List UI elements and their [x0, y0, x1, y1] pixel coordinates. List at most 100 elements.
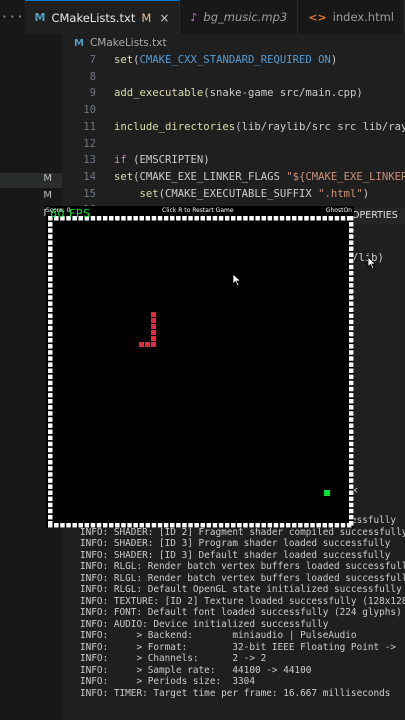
- code-line[interactable]: 12: [62, 136, 405, 153]
- code-line[interactable]: 7 set(CMAKE_CXX_STANDARD_REQUIRED ON): [62, 52, 405, 69]
- border-block: [255, 523, 260, 528]
- border-block: [349, 392, 354, 398]
- tab-bg-music[interactable]: ♪ bg_music.mp3: [180, 0, 299, 34]
- modified-badge: M: [43, 190, 52, 201]
- line-number: 9: [89, 87, 96, 100]
- code-token: "${CMAKE_EXE_LINKER_F: [286, 170, 405, 183]
- game-canvas[interactable]: [46, 206, 354, 528]
- border-block: [285, 216, 291, 221]
- border-block: [349, 405, 354, 410]
- border-block: [48, 331, 53, 337]
- border-block: [48, 399, 53, 404]
- border-block: [48, 283, 53, 288]
- border-block: [322, 523, 327, 528]
- border-block: [349, 484, 354, 489]
- cmake-file-icon: M: [74, 37, 84, 49]
- border-block: [48, 234, 53, 239]
- border-block: [243, 216, 248, 221]
- terminal-line: INFO: > Format: 32-bit IEEE Floating Poi…: [80, 641, 397, 653]
- border-block: [48, 362, 53, 367]
- html-file-icon: <>: [308, 10, 327, 24]
- border-block: [48, 325, 53, 331]
- border-block: [334, 216, 340, 221]
- properties-tab[interactable]: OPERTIES: [352, 208, 405, 224]
- border-block: [139, 216, 144, 221]
- border-block: [145, 216, 151, 221]
- food-item: [324, 490, 330, 496]
- border-block: [349, 386, 354, 392]
- snake-segment: [151, 312, 156, 317]
- code-line[interactable]: 9 add_executable(snake-game src/main.cpp): [62, 85, 405, 102]
- border-block: [200, 216, 205, 221]
- border-block: [115, 216, 120, 221]
- border-block: [349, 338, 354, 343]
- snake-segment: [151, 342, 156, 347]
- game-window[interactable]: 60 FPS Score: 0 Click R to Restart Game …: [46, 206, 354, 528]
- border-block: [349, 258, 354, 264]
- border-block: [340, 523, 346, 528]
- border-block: [48, 222, 53, 227]
- border-block: [304, 523, 309, 528]
- code-token: add_executable: [114, 87, 204, 100]
- border-block: [48, 490, 53, 495]
- border-block: [349, 252, 354, 258]
- border-block: [48, 423, 53, 428]
- code-token: if: [114, 154, 127, 167]
- border-block: [349, 514, 354, 520]
- code-line[interactable]: 10: [62, 102, 405, 119]
- code-line[interactable]: 15 set(CMAKE_EXECUTABLE_SUFFIX ".html"): [62, 186, 405, 203]
- code-token: (CMAKE_EXE_LINKER_FLAGS: [133, 170, 287, 183]
- border-block: [249, 216, 254, 221]
- border-block: [48, 258, 53, 264]
- tab-cmakelists[interactable]: M CMakeLists.txt M ×: [24, 0, 181, 34]
- border-block: [349, 289, 354, 294]
- code-editor[interactable]: 7 set(CMAKE_CXX_STANDARD_REQUIRED ON) 8 9 ad…: [62, 52, 405, 220]
- tab-bar: ··· M CMakeLists.txt M × ♪ bg_music.mp3 …: [0, 0, 405, 34]
- code-line[interactable]: 13 if (EMSCRIPTEN): [62, 152, 405, 169]
- tab-label: index.html: [332, 10, 394, 24]
- border-block: [127, 523, 132, 528]
- border-block: [243, 523, 248, 528]
- border-block: [349, 325, 354, 331]
- border-block: [48, 405, 53, 410]
- border-block: [194, 216, 199, 221]
- border-block: [157, 523, 163, 528]
- border-block: [48, 478, 53, 483]
- more-actions-icon[interactable]: ···: [0, 0, 25, 34]
- border-block: [349, 472, 354, 477]
- border-block: [48, 270, 53, 276]
- border-block: [72, 523, 77, 528]
- border-block: [237, 523, 242, 528]
- border-block: [279, 523, 285, 528]
- border-block: [48, 472, 53, 477]
- border-block: [292, 523, 297, 528]
- border-block: [349, 435, 354, 441]
- line-number: 10: [83, 104, 96, 117]
- border-block: [182, 523, 187, 528]
- border-block: [48, 466, 53, 471]
- border-block: [349, 460, 354, 465]
- border-block: [194, 523, 199, 528]
- sidebar-row[interactable]: M: [0, 190, 62, 205]
- border-block: [48, 301, 53, 306]
- code-line[interactable]: 14 set(CMAKE_EXE_LINKER_FLAGS "${CMAKE_EX…: [62, 169, 405, 186]
- sidebar-row[interactable]: M: [0, 173, 62, 188]
- code-token: ".html": [318, 187, 363, 200]
- border-block: [48, 338, 53, 343]
- breadcrumb[interactable]: M CMakeLists.txt: [62, 34, 167, 52]
- border-block: [218, 523, 224, 528]
- border-block: [48, 228, 53, 233]
- border-block: [48, 429, 53, 434]
- code-line[interactable]: 8: [62, 69, 405, 86]
- tab-index-html[interactable]: <> index.html: [298, 0, 405, 34]
- border-block: [349, 447, 354, 453]
- close-icon[interactable]: ×: [159, 11, 169, 25]
- border-block: [48, 514, 53, 520]
- terminal-line: INFO: AUDIO: Device initialized successf…: [80, 618, 329, 630]
- snake-segment: [139, 342, 144, 347]
- border-block: [349, 411, 354, 416]
- border-block: [340, 216, 346, 221]
- border-block: [139, 523, 144, 528]
- breadcrumb-file[interactable]: CMakeLists.txt: [90, 37, 167, 49]
- code-line[interactable]: 11 include_directories(lib/raylib/src src…: [62, 119, 405, 136]
